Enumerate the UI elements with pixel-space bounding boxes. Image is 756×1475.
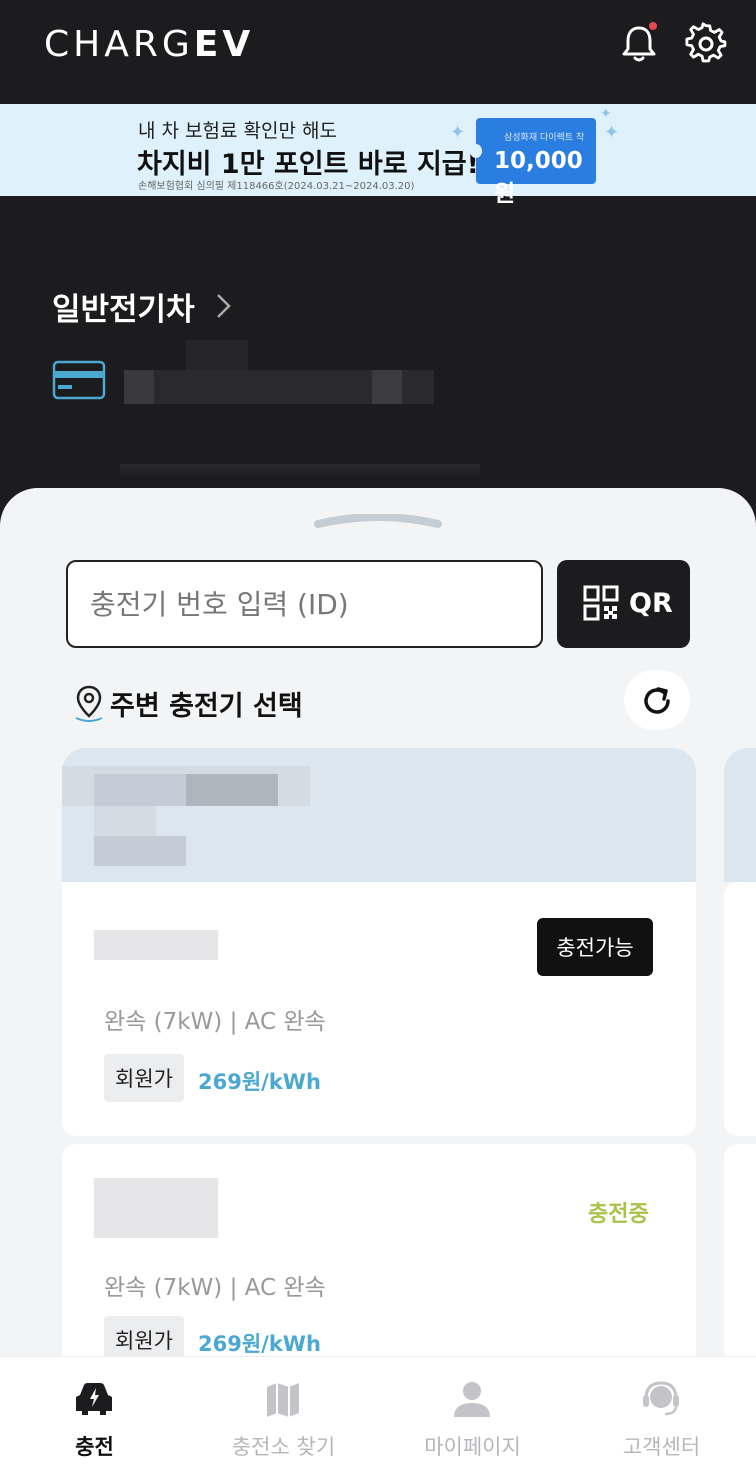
coupon-amount: 10,000원 <box>494 148 583 207</box>
location-pin-icon <box>75 685 103 722</box>
station-card-header[interactable] <box>62 748 696 882</box>
refresh-icon <box>644 687 670 714</box>
qr-scan-button[interactable]: QR <box>557 560 690 648</box>
side-card-peek <box>724 882 756 1136</box>
tab-label: 마이페이지 <box>424 1435 521 1459</box>
sparkle-icon: ✦ <box>600 106 612 122</box>
member-price-tag: 회원가 <box>104 1054 184 1102</box>
insurance-banner[interactable]: 내 차 보험료 확인만 해도 차지비 1만 포인트 바로 지급! 손해보험협회 … <box>0 104 756 207</box>
qr-code-icon <box>583 585 619 621</box>
bottom-tab-bar: 충전 충전소 찾기 마이페이지 고객센터 <box>0 1356 756 1475</box>
charger-type: 완속 (7kW) | AC 완속 <box>104 1275 326 1301</box>
charger-id-redacted <box>94 1178 218 1238</box>
app-logo: CHARGEV <box>44 24 255 65</box>
notification-bell-icon[interactable] <box>617 22 661 66</box>
map-icon <box>267 1383 299 1417</box>
refresh-button[interactable] <box>624 670 690 730</box>
qr-button-label: QR <box>629 588 673 619</box>
tab-label: 충전 <box>75 1435 114 1459</box>
charger-type: 완속 (7kW) | AC 완속 <box>104 1009 326 1035</box>
chevron-right-icon[interactable] <box>214 292 234 320</box>
status-badge-available: 충전가능 <box>537 918 653 976</box>
app-header: CHARGEV <box>0 0 756 104</box>
settings-gear-icon[interactable] <box>684 22 728 66</box>
credit-card-icon <box>52 360 106 400</box>
next-station-card-peek[interactable] <box>724 748 756 882</box>
tab-label: 고객센터 <box>622 1435 701 1459</box>
user-icon <box>454 1382 490 1417</box>
tab-mypage[interactable]: 마이페이지 <box>378 1357 567 1475</box>
side-card-peek <box>724 1144 756 1364</box>
banner-disclaimer: 손해보험협회 심의필 제118466호(2024.03.21~2024.03.2… <box>138 181 415 192</box>
coupon-brand: 삼성화재 다이렉트 착 <box>504 133 585 143</box>
nearby-chargers-label: 주변 충전기 선택 <box>110 691 303 722</box>
banner-line1: 내 차 보험료 확인만 해도 <box>138 120 337 142</box>
sheet-drag-handle[interactable] <box>314 514 442 528</box>
tab-label: 충전소 찾기 <box>231 1435 336 1459</box>
sparkle-icon: ✦ <box>450 122 466 143</box>
banner-headline: 차지비 1만 포인트 바로 지급! <box>137 149 479 180</box>
tab-customer-center[interactable]: 고객센터 <box>567 1357 756 1475</box>
shadow-divider <box>120 464 480 478</box>
car-bolt-icon <box>76 1383 112 1415</box>
tab-charge[interactable]: 충전 <box>0 1357 189 1475</box>
member-price: 269원/kWh <box>198 1332 321 1356</box>
coupon-card: 삼성화재 다이렉트 착 10,000원 <box>470 118 596 207</box>
tab-find-station[interactable]: 충전소 찾기 <box>189 1357 378 1475</box>
charger-id-input[interactable] <box>66 560 543 648</box>
status-charging: 충전중 <box>588 1202 649 1227</box>
charger-id-redacted <box>94 930 218 960</box>
vehicle-type-title[interactable]: 일반전기차 <box>52 284 195 329</box>
charger-card[interactable]: 충전가능 완속 (7kW) | AC 완속 회원가 269원/kWh <box>62 882 696 1136</box>
headset-icon <box>643 1381 679 1416</box>
sparkle-icon: ✦ <box>604 122 620 143</box>
bottom-sheet: QR 주변 충전기 선택 충전가능 완속 (7kW) | AC 완속 회원가 2… <box>0 488 756 1475</box>
charger-card[interactable]: 충전중 완속 (7kW) | AC 완속 회원가 269원/kWh <box>62 1144 696 1364</box>
notification-dot <box>649 22 657 30</box>
member-price: 269원/kWh <box>198 1070 321 1094</box>
